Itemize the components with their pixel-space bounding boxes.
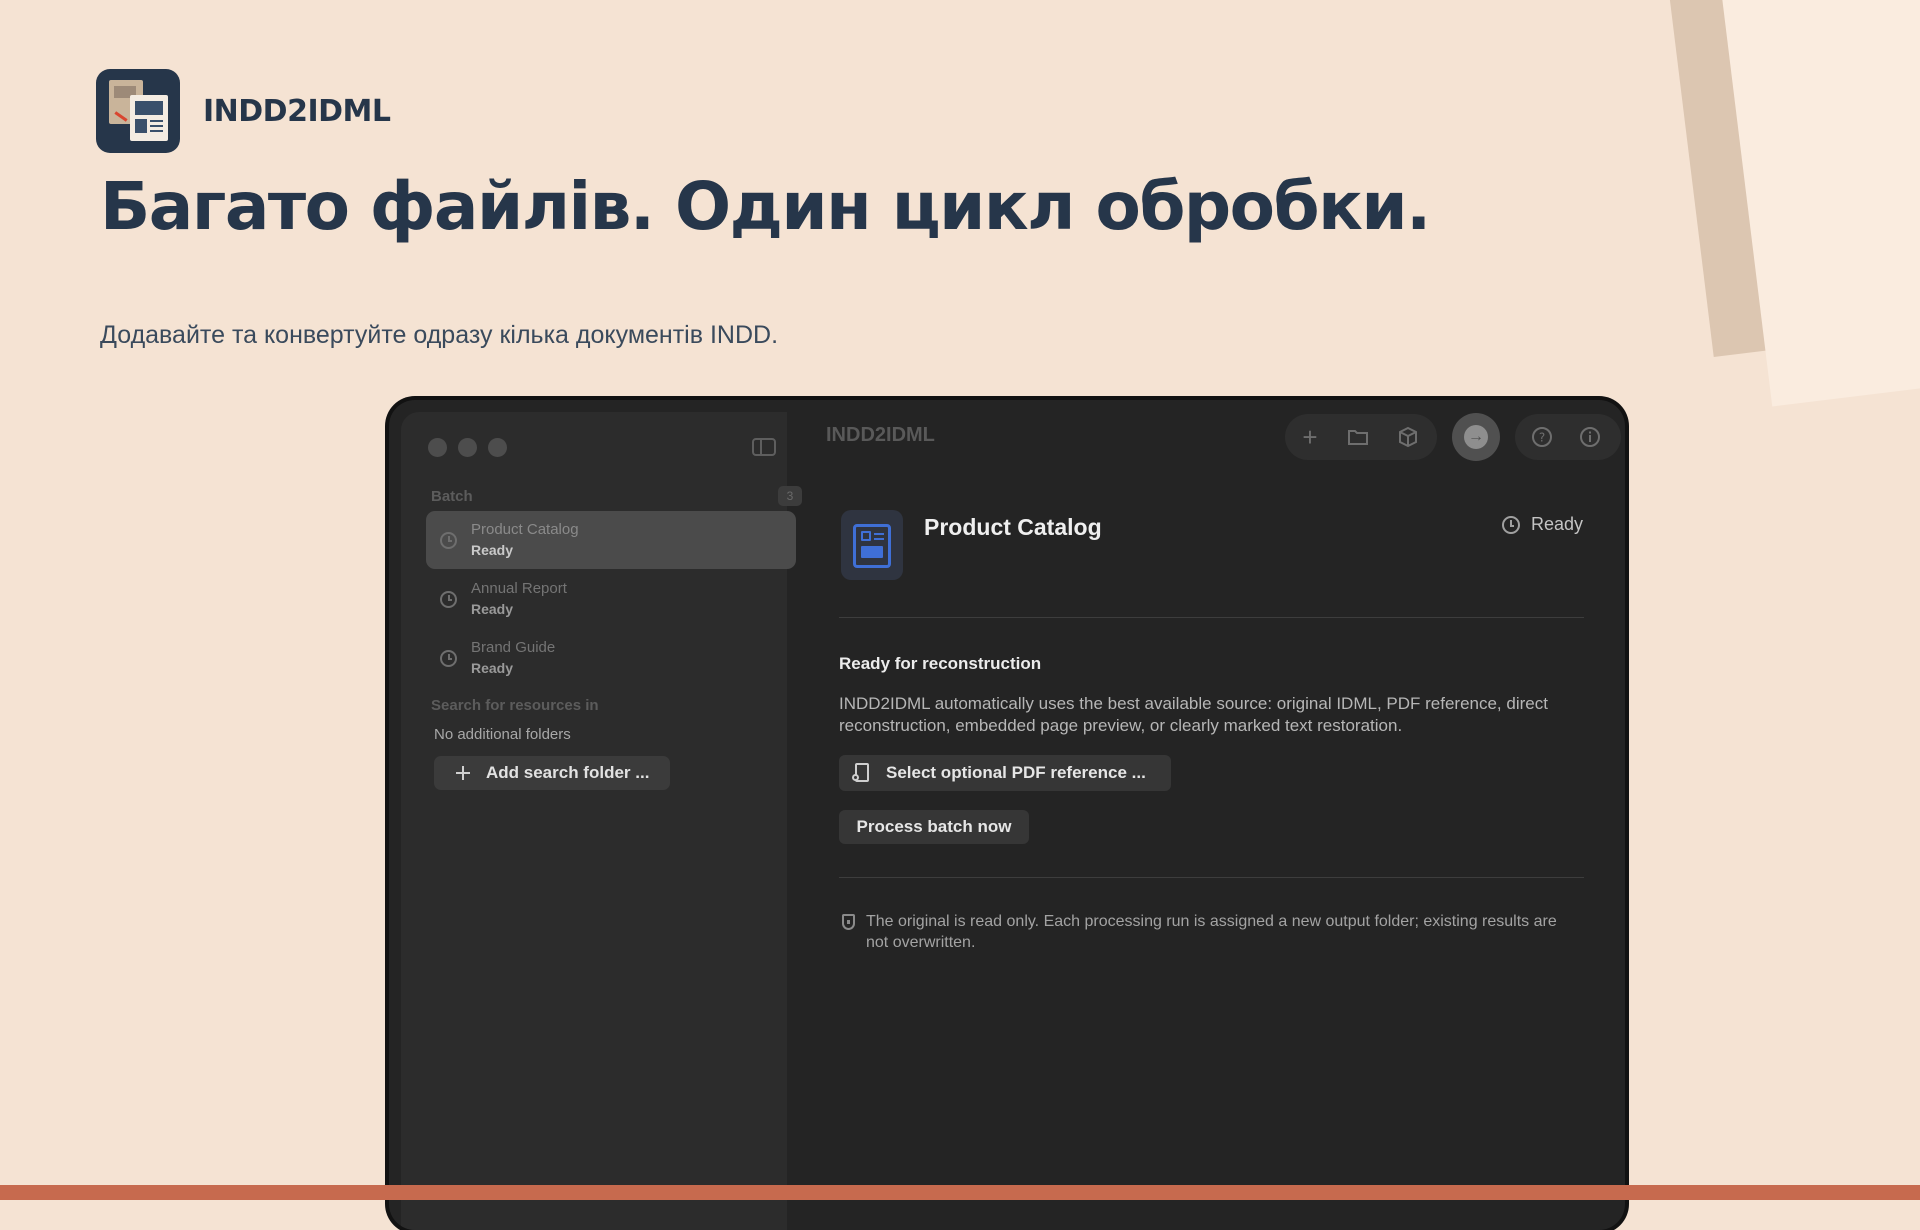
search-resources-label: Search for resources in: [431, 697, 599, 714]
plus-icon: [456, 766, 470, 780]
app-window: Batch 3 Product Catalog Ready Annual Rep…: [389, 400, 1625, 1230]
document-title: Product Catalog: [924, 514, 1102, 540]
page-headline: Багато файлів. Один цикл обробки.: [100, 168, 1431, 245]
document-icon: [841, 510, 903, 580]
toolbar-help-group: ?: [1515, 414, 1621, 460]
brand-name: INDD2IDML: [203, 94, 391, 129]
batch-item-annual-report[interactable]: Annual Report Ready: [426, 570, 796, 628]
select-pdf-reference-label: Select optional PDF reference ...: [886, 763, 1146, 782]
document-status: Ready: [1531, 514, 1584, 534]
batch-item-status: Ready: [471, 542, 514, 558]
batch-item-name: Annual Report: [471, 580, 567, 597]
help-icon[interactable]: ?: [1531, 426, 1553, 448]
batch-item-status: Ready: [471, 660, 514, 676]
batch-item-status: Ready: [471, 601, 514, 617]
add-search-folder-button[interactable]: Add search folder ...: [434, 756, 670, 790]
svg-text:?: ?: [1539, 431, 1545, 445]
clock-icon: [440, 591, 457, 608]
batch-item-name: Product Catalog: [471, 521, 579, 538]
batch-count-badge: 3: [778, 486, 802, 506]
add-file-icon[interactable]: +: [1299, 424, 1321, 450]
close-window-button[interactable]: [428, 438, 447, 457]
divider: [839, 617, 1584, 618]
reconstruction-heading: Ready for reconstruction: [839, 654, 1042, 673]
read-only-note: The original is read only. Each processi…: [866, 913, 1557, 951]
clock-icon: [440, 532, 457, 549]
run-batch-button[interactable]: →: [1452, 413, 1500, 461]
batch-item-product-catalog[interactable]: Product Catalog Ready: [426, 511, 796, 569]
reconstruction-description: INDD2IDML automatically uses the best av…: [839, 694, 1548, 735]
divider: [839, 877, 1584, 878]
package-icon[interactable]: [1397, 426, 1419, 448]
clock-icon: [1502, 516, 1520, 534]
batch-section-label: Batch: [431, 488, 473, 505]
batch-item-brand-guide[interactable]: Brand Guide Ready: [426, 629, 796, 687]
info-icon[interactable]: [1579, 426, 1601, 448]
arrow-right-icon: →: [1464, 425, 1488, 449]
shield-icon: [842, 914, 855, 930]
add-search-folder-label: Add search folder ...: [486, 763, 650, 782]
document-search-icon: [852, 763, 869, 782]
toolbar-file-group: +: [1285, 414, 1437, 460]
app-logo-icon: [96, 69, 180, 153]
zoom-window-button[interactable]: [488, 438, 507, 457]
window-title: INDD2IDML: [826, 424, 935, 446]
clock-icon: [440, 650, 457, 667]
no-folders-text: No additional folders: [434, 726, 571, 743]
sidebar: Batch 3 Product Catalog Ready Annual Rep…: [401, 412, 802, 1230]
sidebar-toggle-icon[interactable]: [752, 438, 776, 456]
select-pdf-reference-button[interactable]: Select optional PDF reference ...: [839, 755, 1171, 791]
accent-bar: [0, 1185, 1920, 1200]
minimize-window-button[interactable]: [458, 438, 477, 457]
folder-icon[interactable]: [1347, 426, 1369, 448]
batch-item-name: Brand Guide: [471, 639, 556, 656]
page-subheadline: Додавайте та конвертуйте одразу кілька д…: [100, 321, 779, 349]
process-batch-button[interactable]: Process batch now: [839, 810, 1029, 844]
